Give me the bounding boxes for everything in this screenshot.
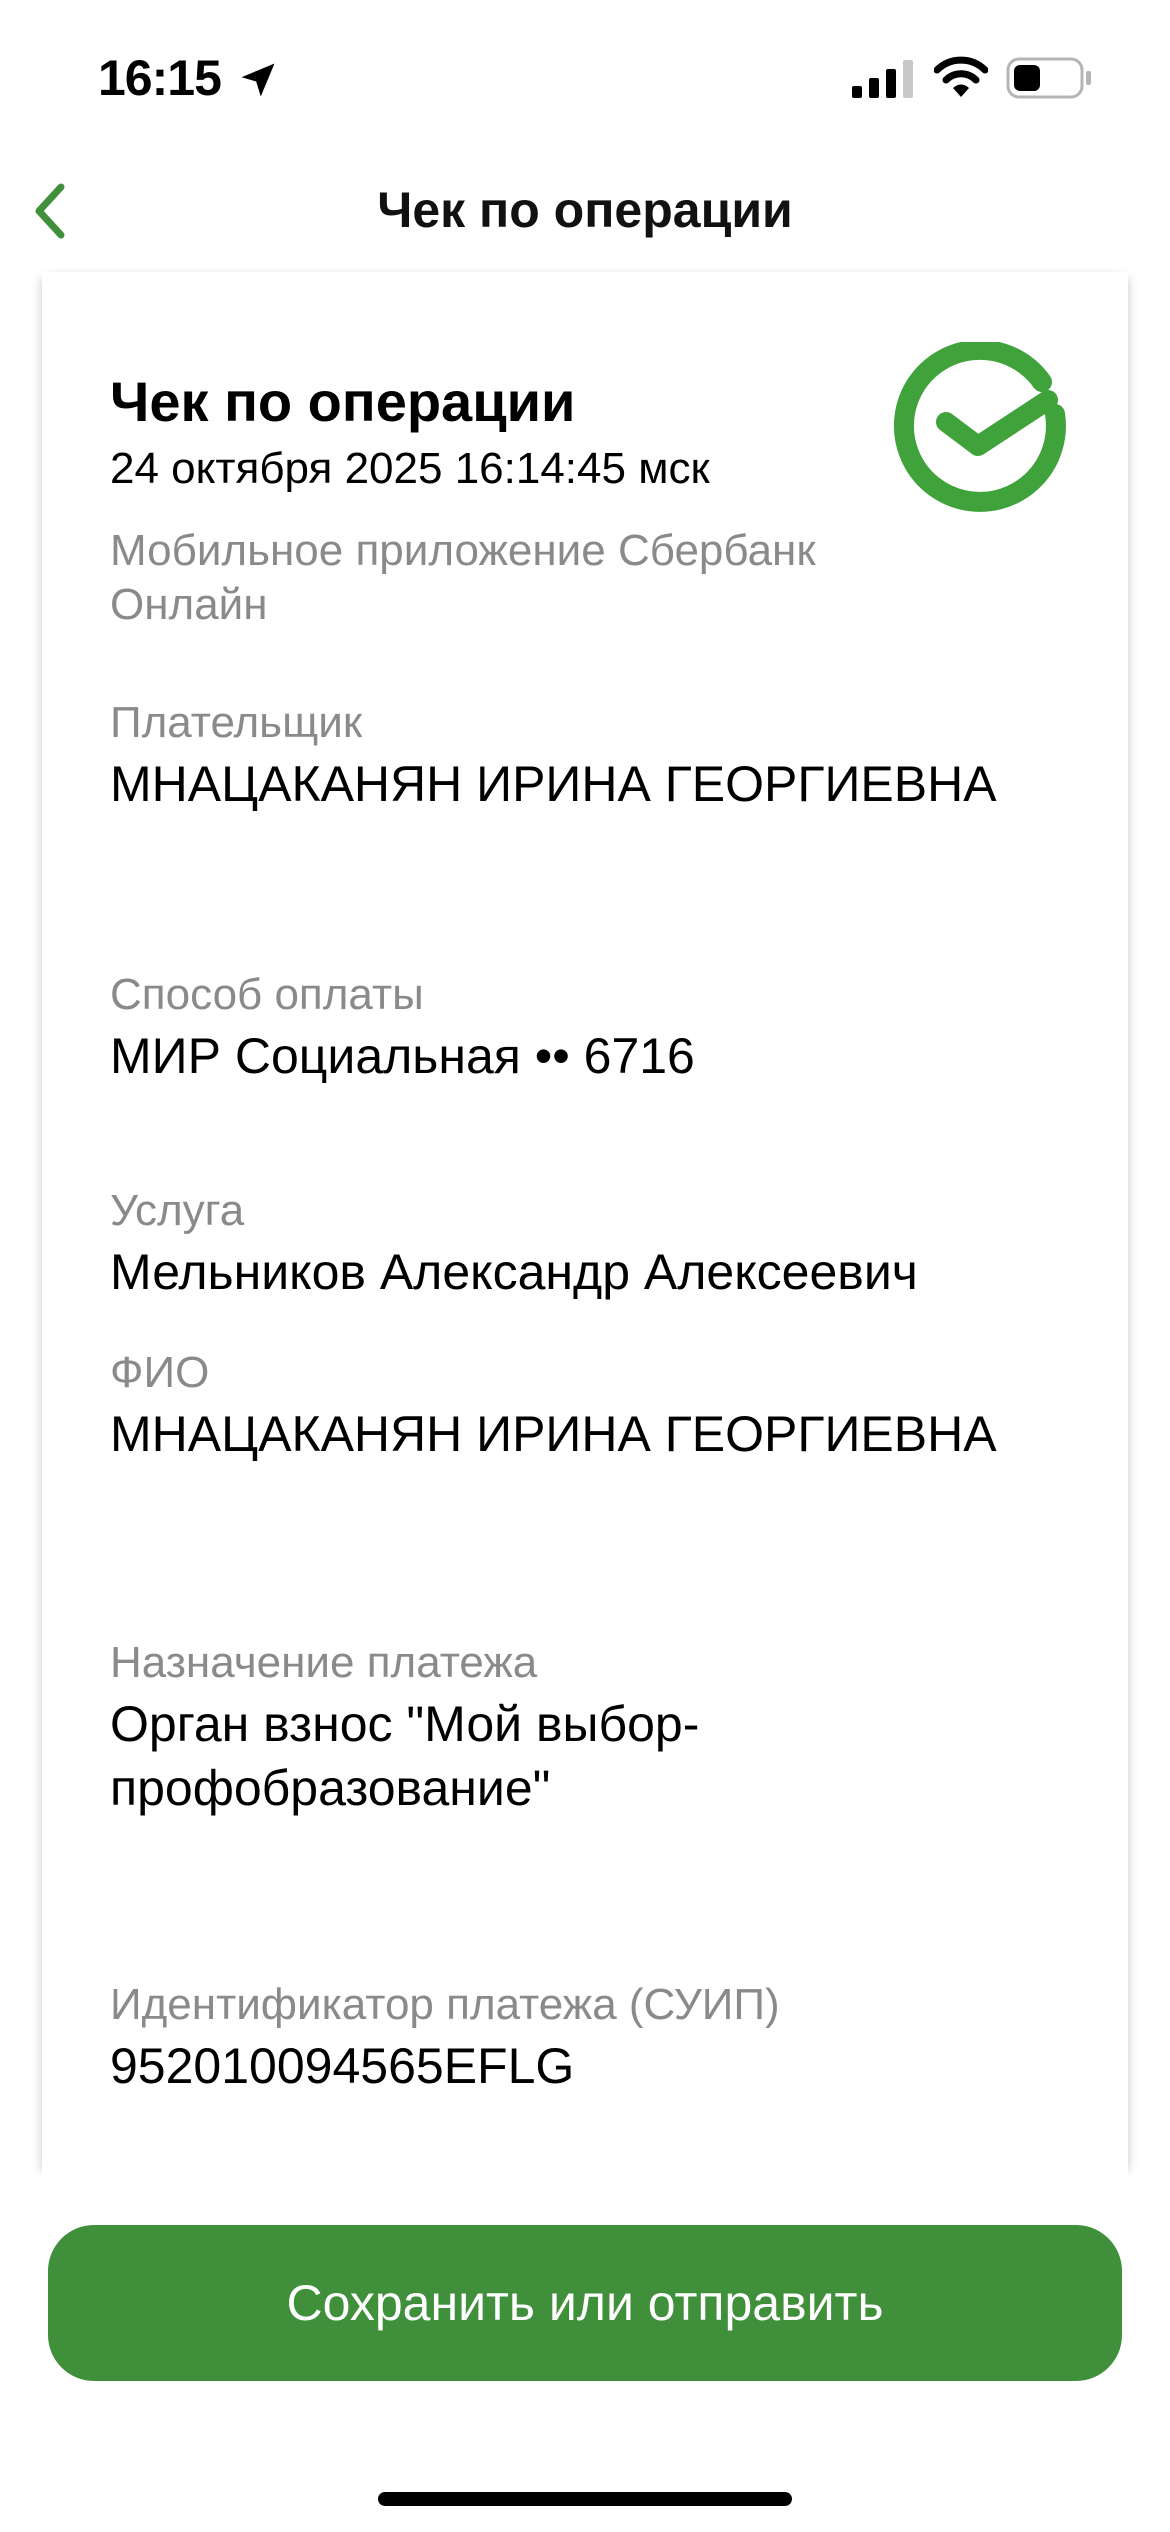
receipt-title: Чек по операции (110, 370, 576, 433)
payment-method-label: Способ оплаты (110, 970, 424, 1019)
receipt-card: Чек по операции 24 октября 2025 16:14:45… (42, 272, 1128, 2177)
receipt-source: Мобильное приложение Сбербанк Онлайн (110, 526, 816, 629)
receipt-datetime: 24 октября 2025 16:14:45 мск (110, 444, 710, 493)
payment-method-value: МИР Социальная •• 6716 (110, 1028, 695, 1084)
save-or-send-button[interactable]: Сохранить или отправить (48, 2225, 1122, 2381)
cellular-signal-icon (852, 60, 913, 98)
success-check-icon (894, 342, 1066, 512)
payment-purpose-value: Орган взнос "Мой выбор-профобразование" (110, 1696, 700, 1816)
home-indicator[interactable] (378, 2492, 792, 2506)
payer-label: Плательщик (110, 698, 363, 747)
navigation-bar: Чек по операции (0, 150, 1170, 272)
payer-value: МНАЦАКАНЯН ИРИНА ГЕОРГИЕВНА (110, 756, 997, 812)
bottom-action-bar: Сохранить или отправить (0, 2177, 1170, 2532)
status-bar: 16:15 (0, 0, 1170, 150)
service-label: Услуга (110, 1186, 245, 1235)
status-time: 16:15 (98, 50, 222, 106)
payment-id-value: 952010094565EFLG (110, 2038, 575, 2094)
battery-icon (1006, 57, 1091, 99)
payment-id-label: Идентификатор платежа (СУИП) (110, 1980, 780, 2029)
wifi-icon (934, 56, 988, 97)
page-title: Чек по операции (377, 182, 793, 238)
full-name-value: МНАЦАКАНЯН ИРИНА ГЕОРГИЕВНА (110, 1406, 997, 1462)
full-name-label: ФИО (110, 1348, 210, 1397)
payment-purpose-label: Назначение платежа (110, 1638, 538, 1687)
service-value: Мельников Александр Алексеевич (110, 1244, 918, 1300)
location-arrow-icon (241, 63, 275, 97)
